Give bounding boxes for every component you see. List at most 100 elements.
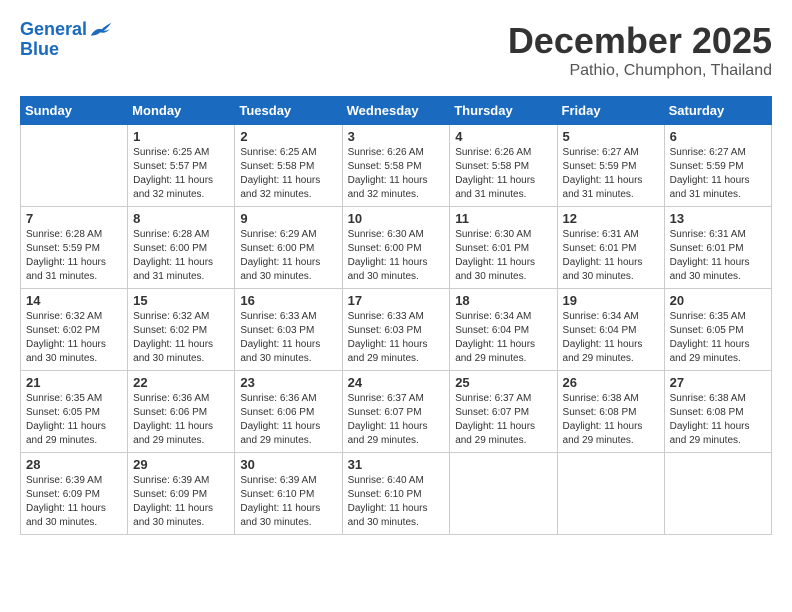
day-info: Sunrise: 6:37 AM Sunset: 6:07 PM Dayligh… — [455, 392, 551, 448]
calendar-cell: 14 Sunrise: 6:32 AM Sunset: 6:02 PM Dayli… — [21, 289, 128, 371]
calendar-cell: 3 Sunrise: 6:26 AM Sunset: 5:58 PM Daylig… — [342, 125, 450, 207]
calendar-cell: 10 Sunrise: 6:30 AM Sunset: 6:00 PM Dayli… — [342, 207, 450, 289]
day-number: 28 — [26, 457, 122, 472]
calendar-cell: 31Sunrise: 6:40 AM Sunset: 6:10 PM Dayli… — [342, 453, 450, 535]
calendar-cell: 28 Sunrise: 6:39 AM Sunset: 6:09 PM Dayli… — [21, 453, 128, 535]
day-number: 8 — [133, 211, 229, 226]
day-info: Sunrise: 6:34 AM Sunset: 6:04 PM Dayligh… — [455, 310, 551, 366]
day-number: 7 — [26, 211, 122, 226]
day-info: Sunrise: 6:28 AM Sunset: 5:59 PM Dayligh… — [26, 228, 122, 284]
calendar-cell: 11 Sunrise: 6:30 AM Sunset: 6:01 PM Dayli… — [450, 207, 557, 289]
day-number: 30 — [240, 457, 336, 472]
calendar-cell: 18 Sunrise: 6:34 AM Sunset: 6:04 PM Dayli… — [450, 289, 557, 371]
day-number: 17 — [348, 293, 445, 308]
calendar-cell — [21, 125, 128, 207]
logo-bird-icon — [89, 20, 113, 40]
day-info: Sunrise: 6:37 AM Sunset: 6:07 PM Dayligh… — [348, 392, 445, 448]
weekday-header-monday: Monday — [128, 97, 235, 125]
calendar-cell: 19 Sunrise: 6:34 AM Sunset: 6:04 PM Dayli… — [557, 289, 664, 371]
calendar-cell: 2 Sunrise: 6:25 AM Sunset: 5:58 PM Daylig… — [235, 125, 342, 207]
day-info: Sunrise: 6:39 AM Sunset: 6:09 PM Dayligh… — [26, 474, 122, 530]
month-title: December 2025 — [508, 20, 772, 62]
calendar-week-row: 7 Sunrise: 6:28 AM Sunset: 5:59 PM Daylig… — [21, 207, 772, 289]
calendar-cell: 20 Sunrise: 6:35 AM Sunset: 6:05 PM Dayli… — [664, 289, 771, 371]
day-info: Sunrise: 6:33 AM Sunset: 6:03 PM Dayligh… — [240, 310, 336, 366]
weekday-header-thursday: Thursday — [450, 97, 557, 125]
day-number: 29 — [133, 457, 229, 472]
weekday-header-saturday: Saturday — [664, 97, 771, 125]
calendar-cell: 25 Sunrise: 6:37 AM Sunset: 6:07 PM Dayli… — [450, 371, 557, 453]
day-info: Sunrise: 6:29 AM Sunset: 6:00 PM Dayligh… — [240, 228, 336, 284]
day-number: 15 — [133, 293, 229, 308]
day-number: 19 — [563, 293, 659, 308]
calendar-cell: 30 Sunrise: 6:39 AM Sunset: 6:10 PM Dayli… — [235, 453, 342, 535]
calendar-cell: 21Sunrise: 6:35 AM Sunset: 6:05 PM Dayli… — [21, 371, 128, 453]
logo-blue-text: Blue — [20, 39, 59, 59]
day-info: Sunrise: 6:35 AM Sunset: 6:05 PM Dayligh… — [670, 310, 766, 366]
day-number: 27 — [670, 375, 766, 390]
day-info: Sunrise: 6:38 AM Sunset: 6:08 PM Dayligh… — [670, 392, 766, 448]
day-number: 3 — [348, 129, 445, 144]
day-info: Sunrise: 6:31 AM Sunset: 6:01 PM Dayligh… — [563, 228, 659, 284]
weekday-header-friday: Friday — [557, 97, 664, 125]
day-info: Sunrise: 6:39 AM Sunset: 6:09 PM Dayligh… — [133, 474, 229, 530]
day-number: 31 — [348, 457, 445, 472]
day-number: 18 — [455, 293, 551, 308]
day-number: 6 — [670, 129, 766, 144]
logo-text: General — [20, 20, 87, 40]
calendar-cell: 6Sunrise: 6:27 AM Sunset: 5:59 PM Daylig… — [664, 125, 771, 207]
weekday-header-sunday: Sunday — [21, 97, 128, 125]
calendar-cell: 8Sunrise: 6:28 AM Sunset: 6:00 PM Daylig… — [128, 207, 235, 289]
header: General Blue December 2025 Pathio, Chump… — [20, 20, 772, 80]
calendar-cell: 27 Sunrise: 6:38 AM Sunset: 6:08 PM Dayli… — [664, 371, 771, 453]
calendar-cell: 26Sunrise: 6:38 AM Sunset: 6:08 PM Dayli… — [557, 371, 664, 453]
calendar-cell: 17 Sunrise: 6:33 AM Sunset: 6:03 PM Dayli… — [342, 289, 450, 371]
weekday-header-wednesday: Wednesday — [342, 97, 450, 125]
day-number: 2 — [240, 129, 336, 144]
day-info: Sunrise: 6:26 AM Sunset: 5:58 PM Dayligh… — [348, 146, 445, 202]
day-info: Sunrise: 6:32 AM Sunset: 6:02 PM Dayligh… — [26, 310, 122, 366]
title-area: December 2025 Pathio, Chumphon, Thailand — [508, 20, 772, 80]
calendar-week-row: 21Sunrise: 6:35 AM Sunset: 6:05 PM Dayli… — [21, 371, 772, 453]
calendar-cell: 13 Sunrise: 6:31 AM Sunset: 6:01 PM Dayli… — [664, 207, 771, 289]
calendar-cell: 5 Sunrise: 6:27 AM Sunset: 5:59 PM Daylig… — [557, 125, 664, 207]
day-number: 16 — [240, 293, 336, 308]
calendar-week-row: 28 Sunrise: 6:39 AM Sunset: 6:09 PM Dayli… — [21, 453, 772, 535]
day-number: 14 — [26, 293, 122, 308]
day-info: Sunrise: 6:34 AM Sunset: 6:04 PM Dayligh… — [563, 310, 659, 366]
day-info: Sunrise: 6:25 AM Sunset: 5:58 PM Dayligh… — [240, 146, 336, 202]
day-info: Sunrise: 6:25 AM Sunset: 5:57 PM Dayligh… — [133, 146, 229, 202]
calendar-header: SundayMondayTuesdayWednesdayThursdayFrid… — [21, 97, 772, 125]
calendar-cell: 1Sunrise: 6:25 AM Sunset: 5:57 PM Daylig… — [128, 125, 235, 207]
calendar-cell: 23Sunrise: 6:36 AM Sunset: 6:06 PM Dayli… — [235, 371, 342, 453]
day-number: 9 — [240, 211, 336, 226]
calendar-cell — [450, 453, 557, 535]
logo: General Blue — [20, 20, 113, 60]
day-info: Sunrise: 6:39 AM Sunset: 6:10 PM Dayligh… — [240, 474, 336, 530]
calendar-cell: 9 Sunrise: 6:29 AM Sunset: 6:00 PM Daylig… — [235, 207, 342, 289]
day-info: Sunrise: 6:27 AM Sunset: 5:59 PM Dayligh… — [563, 146, 659, 202]
day-number: 10 — [348, 211, 445, 226]
day-number: 21 — [26, 375, 122, 390]
calendar-cell: 7 Sunrise: 6:28 AM Sunset: 5:59 PM Daylig… — [21, 207, 128, 289]
day-info: Sunrise: 6:36 AM Sunset: 6:06 PM Dayligh… — [240, 392, 336, 448]
day-info: Sunrise: 6:26 AM Sunset: 5:58 PM Dayligh… — [455, 146, 551, 202]
day-number: 20 — [670, 293, 766, 308]
day-info: Sunrise: 6:36 AM Sunset: 6:06 PM Dayligh… — [133, 392, 229, 448]
calendar-cell — [557, 453, 664, 535]
day-number: 13 — [670, 211, 766, 226]
day-info: Sunrise: 6:30 AM Sunset: 6:01 PM Dayligh… — [455, 228, 551, 284]
calendar-cell: 16 Sunrise: 6:33 AM Sunset: 6:03 PM Dayli… — [235, 289, 342, 371]
day-number: 24 — [348, 375, 445, 390]
calendar-body: 1Sunrise: 6:25 AM Sunset: 5:57 PM Daylig… — [21, 125, 772, 535]
day-info: Sunrise: 6:33 AM Sunset: 6:03 PM Dayligh… — [348, 310, 445, 366]
day-info: Sunrise: 6:30 AM Sunset: 6:00 PM Dayligh… — [348, 228, 445, 284]
day-number: 11 — [455, 211, 551, 226]
calendar-cell: 24 Sunrise: 6:37 AM Sunset: 6:07 PM Dayli… — [342, 371, 450, 453]
day-info: Sunrise: 6:31 AM Sunset: 6:01 PM Dayligh… — [670, 228, 766, 284]
day-number: 12 — [563, 211, 659, 226]
day-number: 5 — [563, 129, 659, 144]
calendar-cell: 12 Sunrise: 6:31 AM Sunset: 6:01 PM Dayli… — [557, 207, 664, 289]
calendar-cell: 15Sunrise: 6:32 AM Sunset: 6:02 PM Dayli… — [128, 289, 235, 371]
day-number: 25 — [455, 375, 551, 390]
